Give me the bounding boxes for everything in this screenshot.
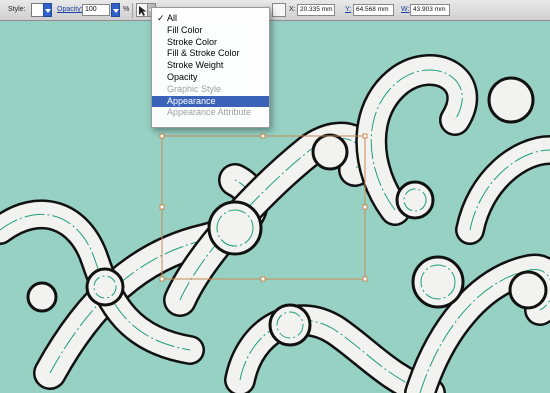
swirl-pattern-artwork xyxy=(0,54,550,393)
transform-reference-icon[interactable] xyxy=(272,3,286,17)
menu-item-stroke-weight[interactable]: Stroke Weight xyxy=(152,60,269,72)
menu-item-label: Opacity xyxy=(167,71,198,82)
opacity-field[interactable]: 100 xyxy=(82,4,110,16)
menu-item-fill-color[interactable]: Fill Color xyxy=(152,25,269,37)
checkmark-icon: ✓ xyxy=(157,13,165,23)
w-field[interactable]: 43.903 mm xyxy=(410,4,450,16)
menu-item-label: All xyxy=(167,13,178,23)
style-label: Style: xyxy=(8,6,26,13)
x-label: X: xyxy=(289,6,296,13)
menu-item-label: Appearance Attribute xyxy=(167,107,252,118)
control-panel-toolbar: Style: Opacity: 100 % X: 20.335 mm Y: 64… xyxy=(0,0,550,21)
y-field[interactable]: 64.568 mm xyxy=(353,4,394,16)
menu-item-label: Fill Color xyxy=(167,24,203,35)
opacity-unit: % xyxy=(123,6,130,13)
w-label[interactable]: W: xyxy=(401,6,409,13)
toolbar-separator xyxy=(132,3,133,18)
menu-item-fill-stroke-color[interactable]: Fill & Stroke Color xyxy=(152,48,269,60)
opacity-label[interactable]: Opacity: xyxy=(57,6,83,13)
x-field[interactable]: 20.335 mm xyxy=(297,4,335,16)
menu-item-label: Appearance xyxy=(167,95,216,106)
menu-item-appearance-attribute: Appearance Attribute xyxy=(152,107,269,119)
menu-item-label: Stroke Color xyxy=(167,36,218,47)
menu-item-graphic-style: Graphic Style xyxy=(152,84,269,96)
style-dropdown-button[interactable] xyxy=(43,3,52,17)
artboard-canvas[interactable] xyxy=(0,21,550,393)
y-label[interactable]: Y: xyxy=(345,6,351,13)
menu-item-label: Fill & Stroke Color xyxy=(167,48,240,59)
menu-item-opacity[interactable]: Opacity xyxy=(152,72,269,84)
menu-item-appearance[interactable]: Appearance xyxy=(152,95,269,108)
opacity-dropdown-button[interactable] xyxy=(111,3,120,17)
menu-item-label: Stroke Weight xyxy=(167,60,224,71)
menu-item-all[interactable]: ✓ All xyxy=(152,13,269,25)
select-same-menu: ✓ All Fill Color Stroke Color Fill & Stro… xyxy=(151,7,270,128)
menu-item-label: Graphic Style xyxy=(167,83,222,94)
menu-item-stroke-color[interactable]: Stroke Color xyxy=(152,37,269,49)
